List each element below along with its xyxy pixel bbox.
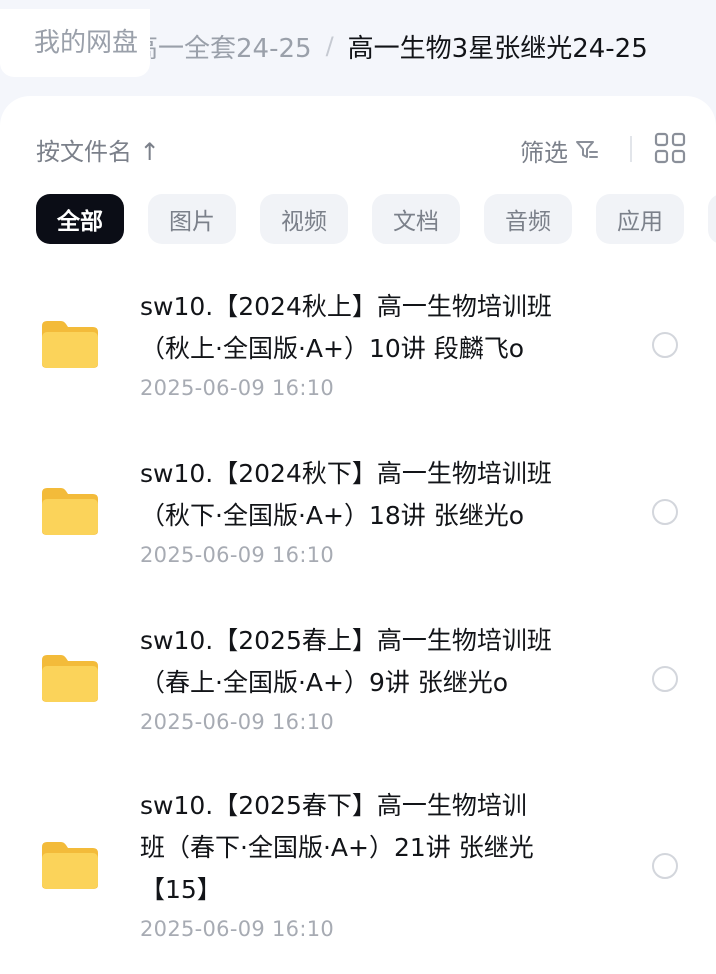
sort-button[interactable]: 按文件名 ↑	[36, 132, 160, 167]
file-list-item[interactable]: sw10.【2025春下】高一生物培训 班（春下·全国版·A+）21讲 张继光 …	[0, 777, 716, 957]
select-checkbox[interactable]	[652, 666, 678, 692]
chip-more[interactable]	[708, 194, 716, 244]
file-name-line: 班（春下·全国版·A+）21讲 张继光	[140, 833, 534, 862]
folder-icon	[42, 655, 98, 702]
chip-apps[interactable]: 应用	[596, 194, 684, 244]
file-name-line: 【15】	[140, 875, 222, 904]
chip-documents[interactable]: 文档	[372, 194, 460, 244]
file-name-line: （秋下·全国版·A+）18讲 张继光o	[140, 501, 524, 530]
file-name: sw10.【2025春上】高一生物培训班 （春上·全国版·A+）9讲 张继光o	[140, 620, 620, 704]
breadcrumb-root[interactable]: 我的网盘	[0, 9, 151, 77]
chip-all[interactable]: 全部	[36, 194, 124, 244]
list-toolbar: 按文件名 ↑ 筛选	[0, 126, 716, 172]
filter-label: 筛选	[520, 138, 568, 167]
breadcrumb: 我的网盘 高一全套24-25 / 高一生物3星张继光24-25	[0, 0, 716, 92]
file-list-card: 按文件名 ↑ 筛选 全部 图片 视频 文档 音频 应用 sw10.【2024秋上…	[0, 96, 716, 974]
breadcrumb-separator: /	[325, 32, 334, 60]
file-date: 2025-06-09 16:10	[140, 543, 335, 567]
file-list-item[interactable]: sw10.【2025春上】高一生物培训班 （春上·全国版·A+）9讲 张继光o …	[0, 610, 716, 750]
file-list-item[interactable]: sw10.【2024秋下】高一生物培训班 （秋下·全国版·A+）18讲 张继光o…	[0, 443, 716, 583]
chip-audio[interactable]: 音频	[484, 194, 572, 244]
select-checkbox[interactable]	[652, 499, 678, 525]
filter-icon	[576, 141, 598, 158]
file-browser-page: 我的网盘 高一全套24-25 / 高一生物3星张继光24-25 按文件名 ↑ 筛…	[0, 0, 716, 974]
file-name-line: （春上·全国版·A+）9讲 张继光o	[140, 668, 509, 697]
file-name: sw10.【2024秋上】高一生物培训班 （秋上·全国版·A+）10讲 段麟飞o	[140, 286, 620, 370]
breadcrumb-current: 高一生物3星张继光24-25	[347, 33, 648, 64]
select-checkbox[interactable]	[652, 853, 678, 879]
file-name: sw10.【2024秋下】高一生物培训班 （秋下·全国版·A+）18讲 张继光o	[140, 453, 620, 537]
file-date: 2025-06-09 16:10	[140, 710, 335, 734]
file-date: 2025-06-09 16:10	[140, 376, 335, 400]
toolbar-divider	[630, 136, 632, 162]
chip-images[interactable]: 图片	[148, 194, 236, 244]
file-date: 2025-06-09 16:10	[140, 917, 335, 941]
filter-button[interactable]: 筛选	[520, 130, 600, 170]
file-name: sw10.【2025春下】高一生物培训 班（春下·全国版·A+）21讲 张继光 …	[140, 785, 620, 911]
breadcrumb-parent[interactable]: 高一全套24-25	[132, 28, 312, 65]
category-filter-bar: 全部 图片 视频 文档 音频 应用	[0, 194, 716, 246]
folder-icon	[42, 842, 98, 889]
file-list-item[interactable]: sw10.【2024秋上】高一生物培训班 （秋上·全国版·A+）10讲 段麟飞o…	[0, 276, 716, 416]
grid-view-icon[interactable]	[652, 130, 688, 166]
file-name-line: sw10.【2025春上】高一生物培训班	[140, 626, 552, 655]
folder-icon	[42, 321, 98, 368]
file-name-line: （秋上·全国版·A+）10讲 段麟飞o	[140, 334, 524, 363]
folder-icon	[42, 488, 98, 535]
file-name-line: sw10.【2025春下】高一生物培训	[140, 791, 527, 820]
chip-videos[interactable]: 视频	[260, 194, 348, 244]
select-checkbox[interactable]	[652, 332, 678, 358]
file-name-line: sw10.【2024秋下】高一生物培训班	[140, 459, 552, 488]
file-name-line: sw10.【2024秋上】高一生物培训班	[140, 292, 552, 321]
